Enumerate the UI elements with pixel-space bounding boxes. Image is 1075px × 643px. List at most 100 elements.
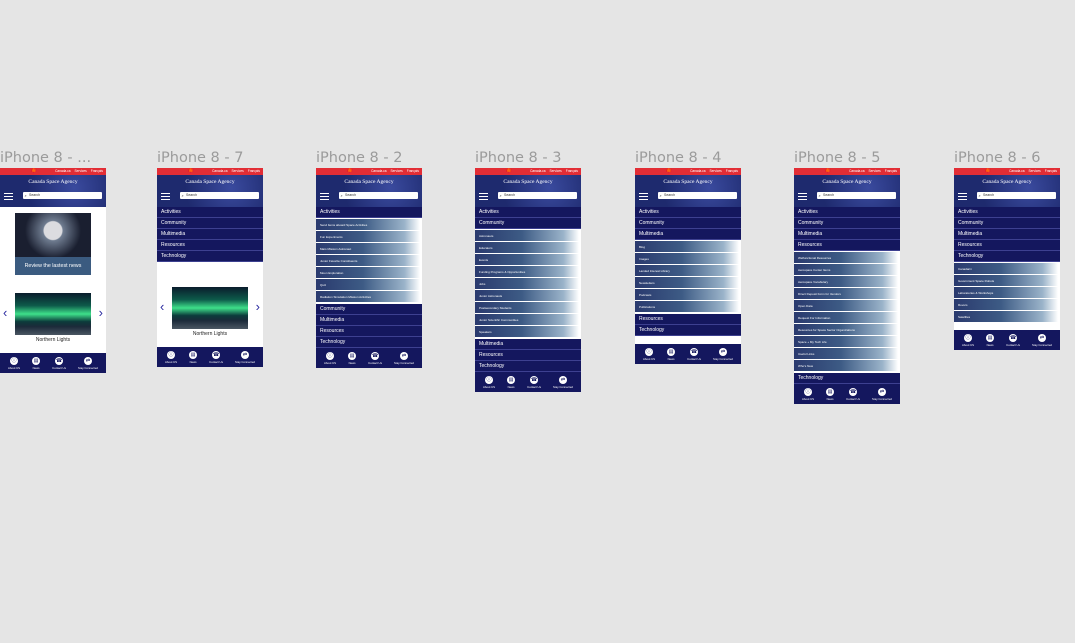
top-link[interactable]: Services xyxy=(550,168,562,175)
menu-item-technology[interactable]: Technology xyxy=(635,325,741,336)
footer-button[interactable]: ☎ Contact Us xyxy=(846,387,860,401)
top-link[interactable]: Français xyxy=(91,168,103,175)
menu-item-multimedia[interactable]: Multimedia xyxy=(157,229,263,240)
submenu-item[interactable]: Junior Favorite Constituents xyxy=(316,255,420,267)
hamburger-menu-icon[interactable] xyxy=(320,193,329,202)
menu-item-resources[interactable]: Resources xyxy=(954,240,1060,251)
top-link[interactable]: Français xyxy=(1045,168,1057,175)
menu-item-community[interactable]: Community xyxy=(794,218,900,229)
submenu-item[interactable]: Moon Exploration xyxy=(316,267,420,279)
chevron-right-icon[interactable]: › xyxy=(256,299,260,314)
top-link[interactable]: Français xyxy=(726,168,738,175)
menu-item-community[interactable]: Community xyxy=(157,218,263,229)
submenu-item[interactable]: Government Space Robots xyxy=(954,275,1058,287)
top-link[interactable]: Canada.ca xyxy=(371,168,386,175)
hamburger-menu-icon[interactable] xyxy=(958,193,967,202)
submenu-item[interactable]: Canadarm xyxy=(954,263,1058,275)
submenu-item[interactable]: Fun Experiments xyxy=(316,231,420,243)
footer-button[interactable]: ☎ Contact Us xyxy=(1006,333,1020,347)
footer-button[interactable]: ⇄ Stay Connected xyxy=(872,387,892,401)
search-input[interactable]: ⌕ Search xyxy=(498,192,577,199)
submenu-item[interactable]: Publications xyxy=(635,301,739,313)
footer-button[interactable]: ▤ News xyxy=(189,350,198,364)
submenu-item[interactable]: Podcasts xyxy=(635,289,739,301)
footer-button[interactable]: ⓘ About US xyxy=(8,356,20,370)
footer-button[interactable]: ▤ News xyxy=(348,351,357,365)
menu-item-resources[interactable]: Resources xyxy=(157,240,263,251)
submenu-item[interactable]: Newsletters xyxy=(635,277,739,289)
menu-item-resources[interactable]: Resources xyxy=(635,314,741,325)
submenu-item[interactable]: Educators xyxy=(475,242,579,254)
footer-button[interactable]: ▤ News xyxy=(32,356,41,370)
submenu-item[interactable]: Astronauts xyxy=(475,230,579,242)
submenu-item[interactable]: Jobs xyxy=(475,278,579,290)
footer-button[interactable]: ⇄ Stay Connected xyxy=(553,375,573,389)
top-link[interactable]: Canada.ca xyxy=(55,168,70,175)
menu-item-activities[interactable]: Activities xyxy=(157,207,263,218)
top-link[interactable]: Français xyxy=(248,168,260,175)
top-link[interactable]: Français xyxy=(407,168,419,175)
footer-button[interactable]: ▤ News xyxy=(826,387,835,401)
chevron-left-icon[interactable]: ‹ xyxy=(160,299,164,314)
footer-button[interactable]: ▤ News xyxy=(667,347,676,361)
submenu-item[interactable]: Landed Interest Library xyxy=(635,265,739,277)
top-link[interactable]: Services xyxy=(710,168,722,175)
menu-item-community[interactable]: Community xyxy=(316,304,422,315)
submenu-item[interactable]: Blog xyxy=(635,241,739,253)
top-link[interactable]: Canada.ca xyxy=(849,168,864,175)
menu-item-activities[interactable]: Activities xyxy=(954,207,1060,218)
footer-button[interactable]: ▤ News xyxy=(986,333,995,347)
menu-item-multimedia[interactable]: Multimedia xyxy=(954,229,1060,240)
hamburger-menu-icon[interactable] xyxy=(798,193,807,202)
top-link[interactable]: Services xyxy=(1029,168,1041,175)
footer-button[interactable]: ⇄ Stay Connected xyxy=(235,350,255,364)
menu-item-activities[interactable]: Activities xyxy=(794,207,900,218)
submenu-item[interactable]: Junior Astronauts xyxy=(475,290,579,302)
footer-button[interactable]: ⓘ About US xyxy=(324,351,336,365)
submenu-item[interactable]: Laboratories & Workshops xyxy=(954,287,1058,299)
submenu-item[interactable]: Mars Mission Astronaut xyxy=(316,243,420,255)
submenu-item[interactable]: Aerospace Center Items xyxy=(794,264,898,276)
menu-item-multimedia[interactable]: Multimedia xyxy=(794,229,900,240)
menu-item-multimedia[interactable]: Multimedia xyxy=(635,229,741,240)
footer-button[interactable]: ▤ News xyxy=(507,375,516,389)
footer-button[interactable]: ⓘ About US xyxy=(643,347,655,361)
news-card[interactable]: Review the lastest news xyxy=(15,213,91,275)
top-link[interactable]: Français xyxy=(566,168,578,175)
top-link[interactable]: Services xyxy=(869,168,881,175)
submenu-item[interactable]: Space + My Tech Life xyxy=(794,336,898,348)
footer-button[interactable]: ⇄ Stay Connected xyxy=(1032,333,1052,347)
menu-item-technology[interactable]: Technology xyxy=(157,251,263,262)
menu-item-community[interactable]: Community xyxy=(954,218,1060,229)
footer-button[interactable]: ☎ Contact Us xyxy=(209,350,223,364)
top-link[interactable]: Services xyxy=(75,168,87,175)
footer-button[interactable]: ☎ Contact Us xyxy=(52,356,66,370)
menu-item-resources[interactable]: Resources xyxy=(316,326,422,337)
submenu-item[interactable]: Events xyxy=(475,254,579,266)
chevron-right-icon[interactable]: › xyxy=(99,305,103,320)
submenu-item[interactable]: Rovers xyxy=(954,299,1058,311)
menu-item-multimedia[interactable]: Multimedia xyxy=(475,339,581,350)
search-input[interactable]: ⌕ Search xyxy=(23,192,102,199)
menu-item-technology[interactable]: Technology xyxy=(316,337,422,348)
menu-item-technology[interactable]: Technology xyxy=(954,251,1060,262)
search-input[interactable]: ⌕ Search xyxy=(180,192,259,199)
submenu-item[interactable]: Open Data xyxy=(794,300,898,312)
submenu-item[interactable]: Request For Information xyxy=(794,312,898,324)
footer-button[interactable]: ⓘ About US xyxy=(483,375,495,389)
footer-button[interactable]: ☎ Contact Us xyxy=(368,351,382,365)
footer-button[interactable]: ☎ Contact Us xyxy=(527,375,541,389)
submenu-item[interactable]: Welfunctional Resources xyxy=(794,252,898,264)
submenu-item[interactable]: Radiation Simulation Mission Activities xyxy=(316,291,420,303)
top-link[interactable]: Canada.ca xyxy=(690,168,705,175)
menu-item-community[interactable]: Community xyxy=(475,218,581,229)
menu-item-multimedia[interactable]: Multimedia xyxy=(316,315,422,326)
footer-button[interactable]: ⇄ Stay Connected xyxy=(78,356,98,370)
top-link[interactable]: Canada.ca xyxy=(212,168,227,175)
submenu-item[interactable]: Resources for Space Sector Organizations xyxy=(794,324,898,336)
menu-item-community[interactable]: Community xyxy=(635,218,741,229)
submenu-item[interactable]: Aerospace Vocabulary xyxy=(794,276,898,288)
menu-item-activities[interactable]: Activities xyxy=(475,207,581,218)
menu-item-activities[interactable]: Activities xyxy=(316,207,422,218)
submenu-item[interactable]: Quiz xyxy=(316,279,420,291)
